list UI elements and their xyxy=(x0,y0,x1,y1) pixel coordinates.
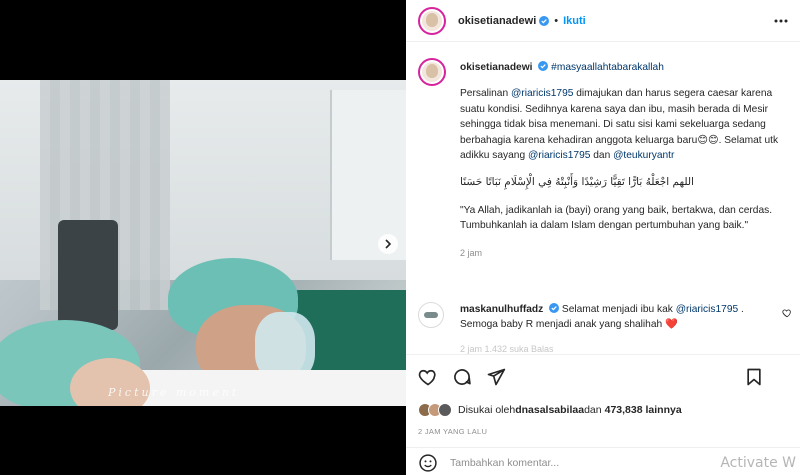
caption-author-avatar[interactable] xyxy=(418,58,446,86)
comment-bubble-icon[interactable] xyxy=(452,367,472,387)
likes-user[interactable]: dnasalsabilaa xyxy=(515,404,584,416)
photo-door xyxy=(330,90,406,260)
comment-mention[interactable]: @riaricis1795 xyxy=(676,304,738,315)
comment-heart-emoji: ❤️ xyxy=(665,319,678,331)
chevron-right-icon xyxy=(385,239,392,249)
save-bookmark-icon[interactable] xyxy=(744,367,764,387)
caption-timestamp: 2 jam xyxy=(460,247,483,258)
likes-middle: dan xyxy=(584,404,602,416)
author-avatar[interactable] xyxy=(418,6,446,35)
comment-meta-faded: 2 jam 1.432 suka Balas xyxy=(460,344,554,354)
caption-emoji: 😊😊 xyxy=(697,134,719,146)
instagram-post-modal: Picture moment okisetianadewi • Ikuti ok… xyxy=(0,0,800,475)
photo-monitor xyxy=(58,220,118,330)
verified-badge-icon xyxy=(539,15,550,26)
likes-summary: Disukai oleh dnasalsabilaa dan 473,838 l… xyxy=(418,403,682,417)
post-side-panel: okisetianadewi • Ikuti okisetianadewi #m… xyxy=(406,0,800,475)
verified-badge-icon xyxy=(538,61,549,71)
caption-body: okisetianadewi #masyaallahtabarakallah P… xyxy=(460,60,786,261)
caption-paragraph: Persalinan @riaricis1795 dimajukan dan h… xyxy=(460,86,786,163)
caption-mention-1[interactable]: @riaricis1795 xyxy=(511,88,573,99)
caption-text-1: Persalinan xyxy=(460,88,511,100)
like-heart-icon[interactable] xyxy=(418,367,438,387)
author-username[interactable]: okisetianadewi xyxy=(458,15,536,27)
post-timestamp: 2 JAM YANG LALU xyxy=(418,427,488,436)
comment-text-1: Selamat menjadi ibu kak xyxy=(559,304,676,315)
next-photo-button[interactable] xyxy=(378,234,398,254)
caption-arabic-prayer: اللهم اجْعَلْهُ بَارًّا تَقِيًّا رَشِيْد… xyxy=(460,176,694,189)
photo-watermark: Picture moment xyxy=(108,386,240,399)
caption-mention-3[interactable]: @teukuryantr xyxy=(613,150,674,161)
commenter-username[interactable]: maskanulhuffadz xyxy=(460,304,543,315)
post-actions-section: Disukai oleh dnasalsabilaa dan 473,838 l… xyxy=(406,354,800,474)
likes-count[interactable]: 473,838 lainnya xyxy=(605,404,682,416)
caption-mention-2[interactable]: @riaricis1795 xyxy=(528,150,590,161)
caption-translation: "Ya Allah, jadikanlah ia (bayi) orang ya… xyxy=(460,204,773,232)
post-header: okisetianadewi • Ikuti xyxy=(406,0,800,42)
liker-avatar[interactable] xyxy=(438,403,452,417)
action-icons xyxy=(418,367,506,387)
like-comment-heart-icon[interactable] xyxy=(782,308,792,318)
emoji-smile-icon[interactable] xyxy=(418,453,438,473)
add-comment-input[interactable]: Tambahkan komentar... xyxy=(450,457,559,469)
share-paper-plane-icon[interactable] xyxy=(486,367,506,387)
activate-windows-watermark: Activate W xyxy=(720,455,796,471)
caption-username[interactable]: okisetianadewi xyxy=(460,62,532,73)
likes-prefix: Disukai oleh xyxy=(458,404,516,416)
caption-hashtag[interactable]: #masyaallahtabarakallah xyxy=(551,62,664,73)
separator-dot: • xyxy=(554,14,559,27)
commenter-avatar[interactable] xyxy=(418,302,444,328)
more-options-icon[interactable] xyxy=(774,14,788,28)
verified-badge-icon xyxy=(549,303,560,313)
follow-button[interactable]: Ikuti xyxy=(563,15,586,27)
caption-text-4: dan xyxy=(590,150,614,162)
comment-body: maskanulhuffadz Selamat menjadi ibu kak … xyxy=(460,302,766,333)
liker-avatars xyxy=(418,403,452,417)
post-photo: Picture moment xyxy=(0,80,406,406)
